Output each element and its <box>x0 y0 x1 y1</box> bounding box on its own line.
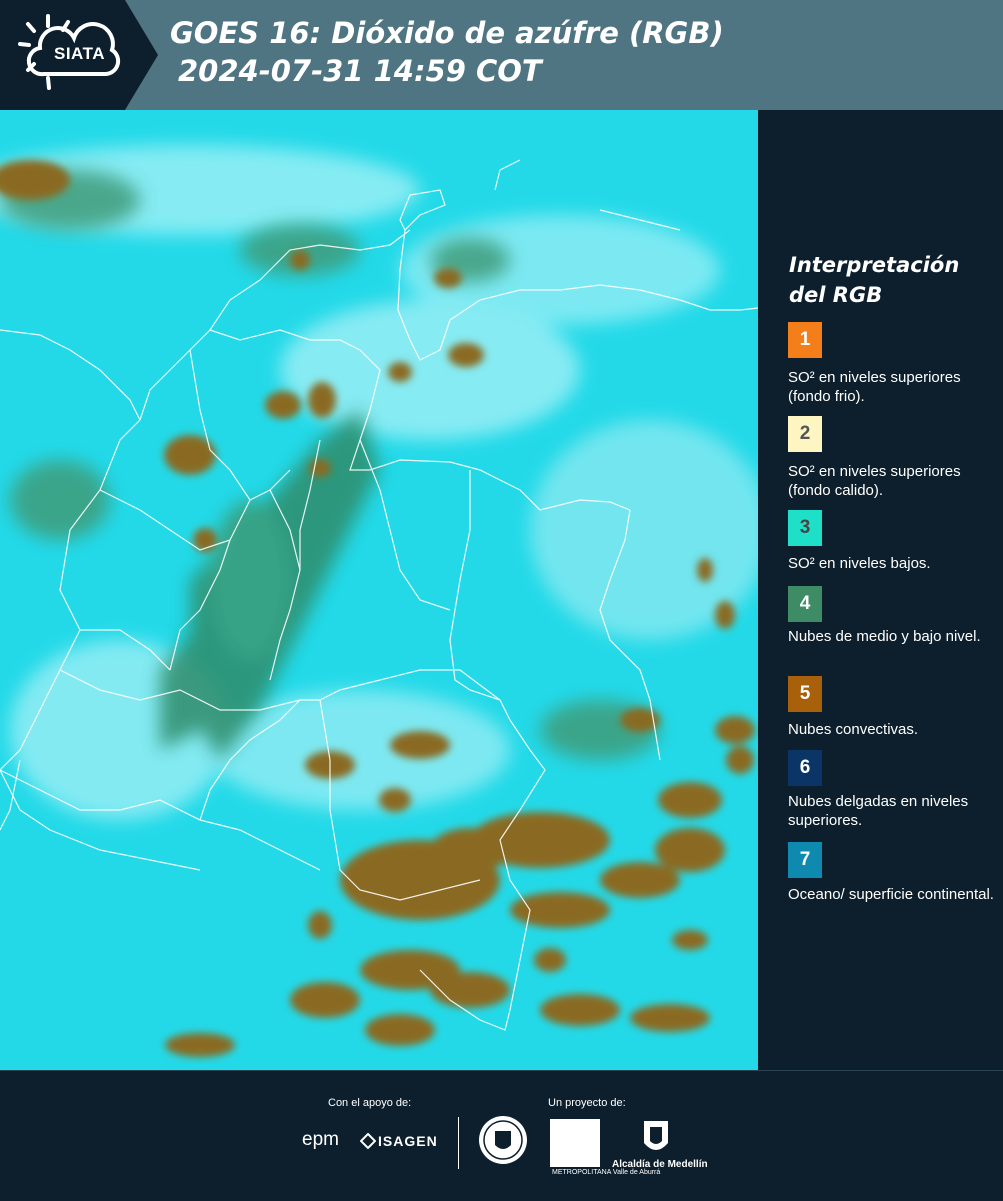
legend-swatch-2-number: 2 <box>799 423 811 444</box>
isagen-logo-icon <box>360 1133 376 1149</box>
legend-desc-7: Oceano/ superficie continental. <box>788 886 994 903</box>
legend-swatch-5: 5 <box>788 676 822 712</box>
legend-swatch-5-number: 5 <box>799 683 811 704</box>
title-line-2: 2024-07-31 14:59 COT <box>178 54 542 88</box>
satellite-map <box>0 110 758 1070</box>
header-bar: SIATA GOES 16: Dióxido de azúfre (RGB) 2… <box>0 0 1003 110</box>
legend-swatch-7: 7 <box>788 842 822 878</box>
legend-swatch-2: 2 <box>788 416 822 452</box>
legend-desc-5: Nubes convectivas. <box>788 721 919 738</box>
siata-logo: SIATA <box>0 0 160 110</box>
legend-swatch-6: 6 <box>788 750 822 786</box>
isagen-logo: ISAGEN <box>378 1133 438 1149</box>
medellin-seal-icon <box>479 1116 527 1164</box>
legend-desc-6: Nubes delgadas en niveles superiores. <box>788 793 969 829</box>
legend-desc-1: SO² en niveles superiores (fondo frio). <box>788 369 961 405</box>
epm-logo: epm <box>302 1129 339 1150</box>
title-line-1: GOES 16: Dióxido de azúfre (RGB) <box>170 16 724 50</box>
footer-bar: Con el apoyo de: Un proyecto de: epm ISA… <box>0 1070 1003 1201</box>
legend-swatch-3-number: 3 <box>799 517 811 538</box>
area-metropolitana-text: METROPOLITANA Valle de Aburrá <box>552 1169 661 1176</box>
legend-swatch-6-number: 6 <box>799 757 811 778</box>
alcaldia-shield-icon <box>644 1121 668 1150</box>
legend-swatch-1: 1 <box>788 322 822 358</box>
legend-swatch-1-number: 1 <box>799 329 811 350</box>
project-label: Un proyecto de: <box>548 1097 626 1109</box>
legend-swatch-4: 4 <box>788 586 822 622</box>
alcaldia-text: Alcaldía de Medellín <box>612 1159 708 1170</box>
siata-logo-text: SIATA <box>54 44 105 63</box>
footer-divider <box>458 1117 459 1169</box>
legend-title: Interpretación del RGB <box>789 253 960 307</box>
support-label: Con el apoyo de: <box>328 1097 412 1109</box>
page-title: GOES 16: Dióxido de azúfre (RGB) 2024-07… <box>170 14 724 90</box>
legend-swatch-3: 3 <box>788 510 822 546</box>
legend-desc-3: SO² en niveles bajos. <box>788 555 931 572</box>
legend-panel: Interpretación del RGB 1 SO² en niveles … <box>758 110 1003 1070</box>
area-metropolitana-logo <box>550 1119 600 1167</box>
legend-desc-2: SO² en niveles superiores (fondo calido)… <box>788 463 961 499</box>
legend-swatch-4-number: 4 <box>799 593 811 614</box>
legend-swatch-7-number: 7 <box>799 849 811 870</box>
legend-desc-4: Nubes de medio y bajo nivel. <box>788 628 981 645</box>
